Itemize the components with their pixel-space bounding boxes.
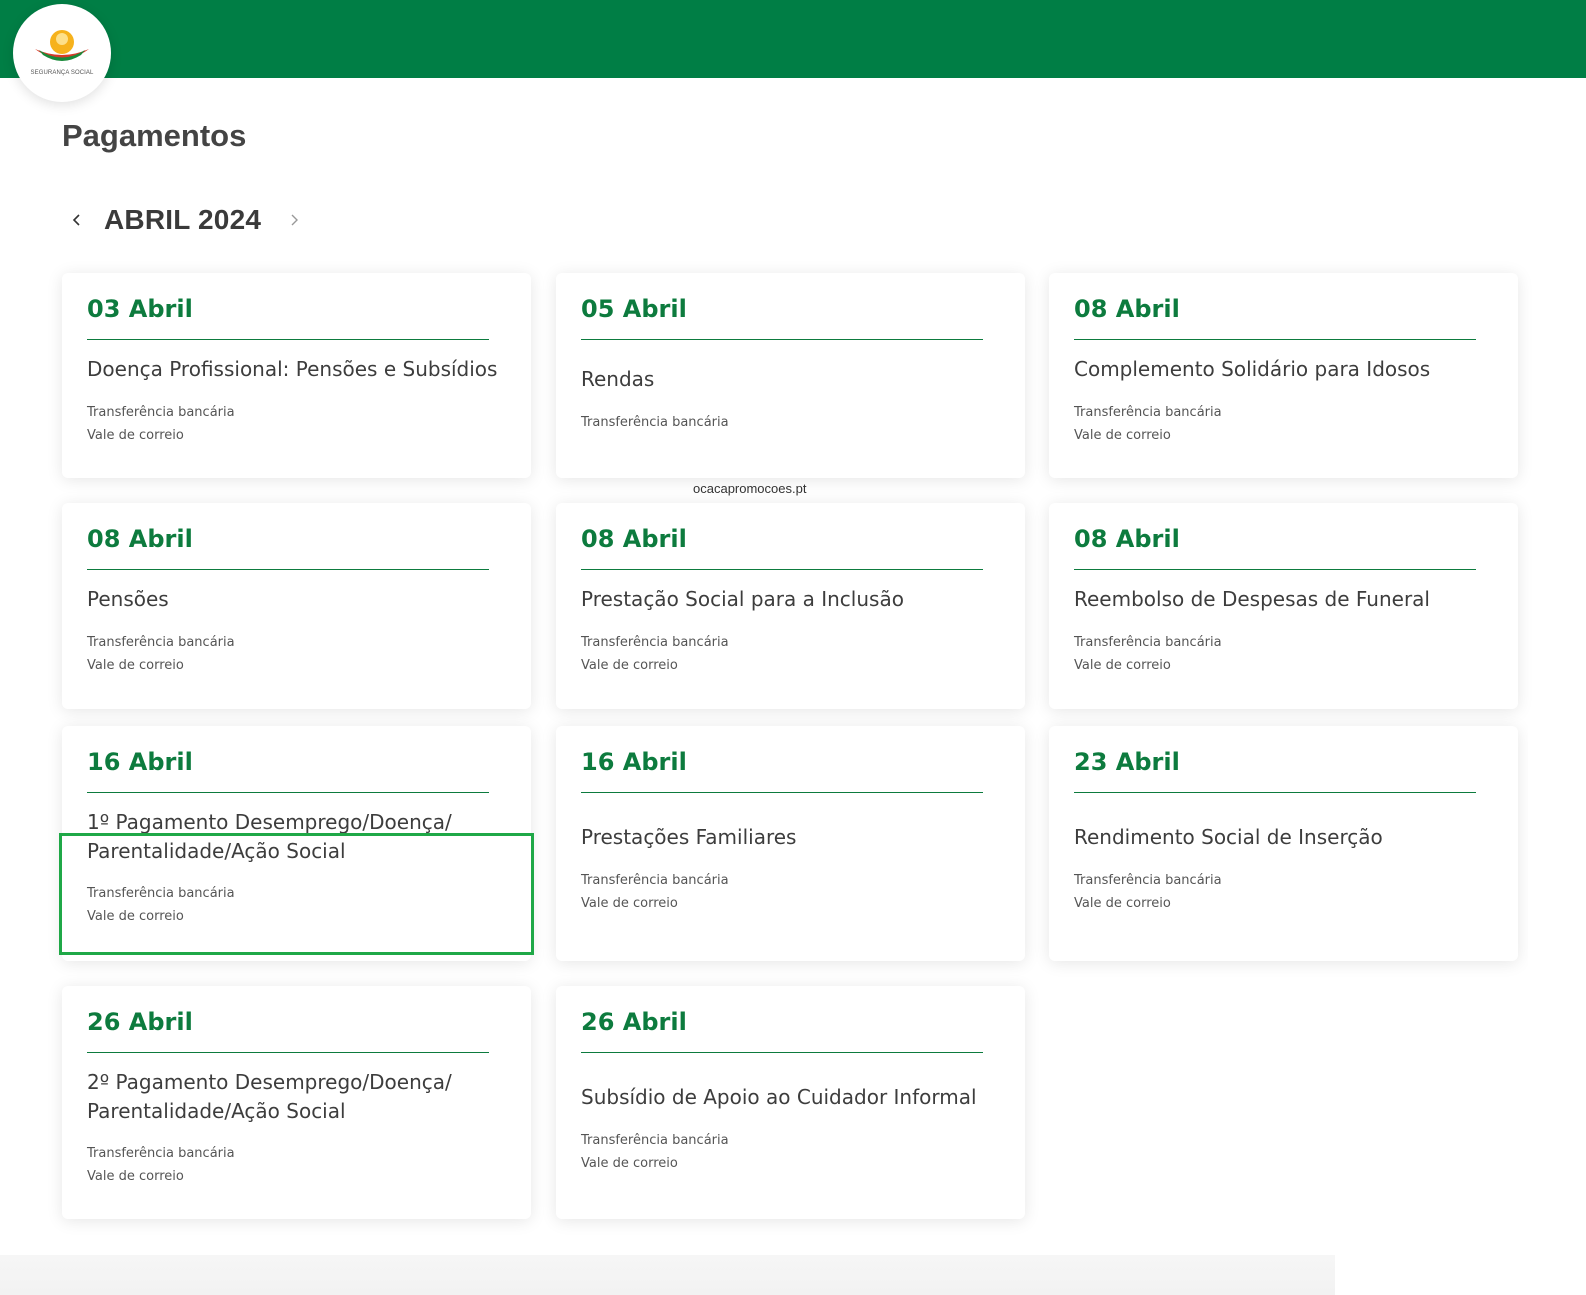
payment-method-item: Vale de correio bbox=[581, 896, 678, 911]
payment-title: Reembolso de Despesas de Funeral bbox=[1074, 587, 1430, 611]
payment-method-item: Transferência bancária bbox=[87, 886, 235, 901]
current-month-label: ABRIL 2024 bbox=[104, 204, 262, 235]
payment-title: Prestações Familiares bbox=[581, 825, 797, 849]
payment-methods: Transferência bancária Vale de correio bbox=[1074, 631, 1222, 677]
payment-card[interactable]: 03 Abril Doença Profissional: Pensões e S… bbox=[62, 273, 531, 478]
payment-methods: Transferência bancária Vale de correio bbox=[87, 882, 235, 928]
payment-date: 08 Abril bbox=[1074, 525, 1180, 553]
payment-date: 08 Abril bbox=[1074, 295, 1180, 323]
payment-date: 03 Abril bbox=[87, 295, 193, 323]
payment-title: Prestação Social para a Inclusão bbox=[581, 587, 904, 611]
payment-method-item: Transferência bancária bbox=[581, 415, 729, 430]
logo-emblem-icon bbox=[35, 29, 89, 61]
payment-date: 16 Abril bbox=[581, 748, 687, 776]
payment-date: 26 Abril bbox=[581, 1008, 687, 1036]
top-header-bar bbox=[0, 0, 1586, 78]
payment-method-item: Transferência bancária bbox=[1074, 873, 1222, 888]
payment-title: Rendas bbox=[581, 367, 655, 391]
watermark-text: ocacapromocoes.pt bbox=[693, 481, 807, 496]
page-title: Pagamentos bbox=[62, 118, 247, 153]
payment-date: 08 Abril bbox=[87, 525, 193, 553]
payment-title: Subsídio de Apoio ao Cuidador Informal bbox=[581, 1085, 977, 1109]
payment-method-item: Vale de correio bbox=[1074, 896, 1171, 911]
payment-methods: Transferência bancária Vale de correio bbox=[87, 631, 235, 677]
payment-date: 23 Abril bbox=[1074, 748, 1180, 776]
previous-month-button[interactable] bbox=[62, 200, 92, 240]
date-divider bbox=[87, 339, 489, 340]
payment-method-item: Vale de correio bbox=[1074, 428, 1171, 443]
payment-methods: Transferência bancária Vale de correio bbox=[581, 1129, 729, 1175]
payment-methods: Transferência bancária Vale de correio bbox=[581, 631, 729, 677]
payment-methods: Transferência bancária Vale de correio bbox=[1074, 401, 1222, 447]
seguranca-social-logo[interactable]: SEGURANÇA SOCIAL bbox=[13, 4, 111, 102]
payment-date: 16 Abril bbox=[87, 748, 193, 776]
payment-methods: Transferência bancária bbox=[581, 411, 729, 434]
payment-card[interactable]: 26 Abril Subsídio de Apoio ao Cuidador In… bbox=[556, 986, 1025, 1219]
date-divider bbox=[581, 792, 983, 793]
payment-method-item: Vale de correio bbox=[87, 428, 184, 443]
payment-card[interactable]: 23 Abril Rendimento Social de Inserção Tra… bbox=[1049, 726, 1518, 961]
logo-wordmark: SEGURANÇA SOCIAL bbox=[30, 69, 94, 76]
payment-method-item: Vale de correio bbox=[1074, 658, 1171, 673]
payment-date: 08 Abril bbox=[581, 525, 687, 553]
payment-method-item: Vale de correio bbox=[87, 1169, 184, 1184]
payment-method-item: Transferência bancária bbox=[87, 635, 235, 650]
date-divider bbox=[1074, 792, 1476, 793]
payment-card[interactable]: 08 Abril Prestação Social para a Inclusão… bbox=[556, 503, 1025, 709]
date-divider bbox=[1074, 569, 1476, 570]
date-divider bbox=[581, 569, 983, 570]
payment-title: Doença Profissional: Pensões e Subsídios bbox=[87, 357, 498, 381]
payment-method-item: Transferência bancária bbox=[87, 405, 235, 420]
chevron-right-icon bbox=[291, 214, 299, 226]
date-divider bbox=[87, 792, 489, 793]
right-edge-area bbox=[1528, 715, 1586, 985]
payment-method-item: Vale de correio bbox=[581, 1156, 678, 1171]
payment-method-item: Transferência bancária bbox=[581, 873, 729, 888]
footer-edge bbox=[0, 1255, 1335, 1295]
date-divider bbox=[581, 339, 983, 340]
date-divider bbox=[1074, 339, 1476, 340]
payment-method-item: Transferência bancária bbox=[581, 635, 729, 650]
payment-card[interactable]: 08 Abril Pensões Transferência bancária Val… bbox=[62, 503, 531, 709]
payment-methods: Transferência bancária Vale de correio bbox=[87, 1142, 235, 1188]
payment-card[interactable]: 26 Abril 2º Pagamento Desemprego/Doença/ … bbox=[62, 986, 531, 1219]
payment-card[interactable]: 05 Abril Rendas Transferência bancária bbox=[556, 273, 1025, 478]
date-divider bbox=[87, 1052, 489, 1053]
payment-date: 26 Abril bbox=[87, 1008, 193, 1036]
payment-title: 1º Pagamento Desemprego/Doença/ Parental… bbox=[87, 810, 452, 863]
date-divider bbox=[581, 1052, 983, 1053]
month-navigation: ABRIL 2024 bbox=[62, 200, 309, 240]
payment-card[interactable]: 16 Abril 1º Pagamento Desemprego/Doença/ … bbox=[62, 726, 531, 961]
payment-methods: Transferência bancária Vale de correio bbox=[581, 869, 729, 915]
payment-methods: Transferência bancária Vale de correio bbox=[1074, 869, 1222, 915]
payment-title: Complemento Solidário para Idosos bbox=[1074, 357, 1431, 381]
payment-title: Rendimento Social de Inserção bbox=[1074, 825, 1383, 849]
payment-title: 2º Pagamento Desemprego/Doença/ Parental… bbox=[87, 1070, 452, 1123]
payment-method-item: Vale de correio bbox=[87, 658, 184, 673]
payment-title: Pensões bbox=[87, 587, 169, 611]
payment-card[interactable]: 08 Abril Reembolso de Despesas de Funeral… bbox=[1049, 503, 1518, 709]
date-divider bbox=[87, 569, 489, 570]
payment-methods: Transferência bancária Vale de correio bbox=[87, 401, 235, 447]
payment-card[interactable]: 16 Abril Prestações Familiares Transferênc… bbox=[556, 726, 1025, 961]
payment-method-item: Transferência bancária bbox=[581, 1133, 729, 1148]
payment-method-item: Transferência bancária bbox=[87, 1146, 235, 1161]
payment-method-item: Transferência bancária bbox=[1074, 635, 1222, 650]
payment-date: 05 Abril bbox=[581, 295, 687, 323]
chevron-left-icon bbox=[72, 214, 80, 226]
payment-method-item: Transferência bancária bbox=[1074, 405, 1222, 420]
payment-card[interactable]: 08 Abril Complemento Solidário para Idoso… bbox=[1049, 273, 1518, 478]
next-month-button[interactable] bbox=[279, 200, 309, 240]
payment-method-item: Vale de correio bbox=[87, 909, 184, 924]
payment-method-item: Vale de correio bbox=[581, 658, 678, 673]
